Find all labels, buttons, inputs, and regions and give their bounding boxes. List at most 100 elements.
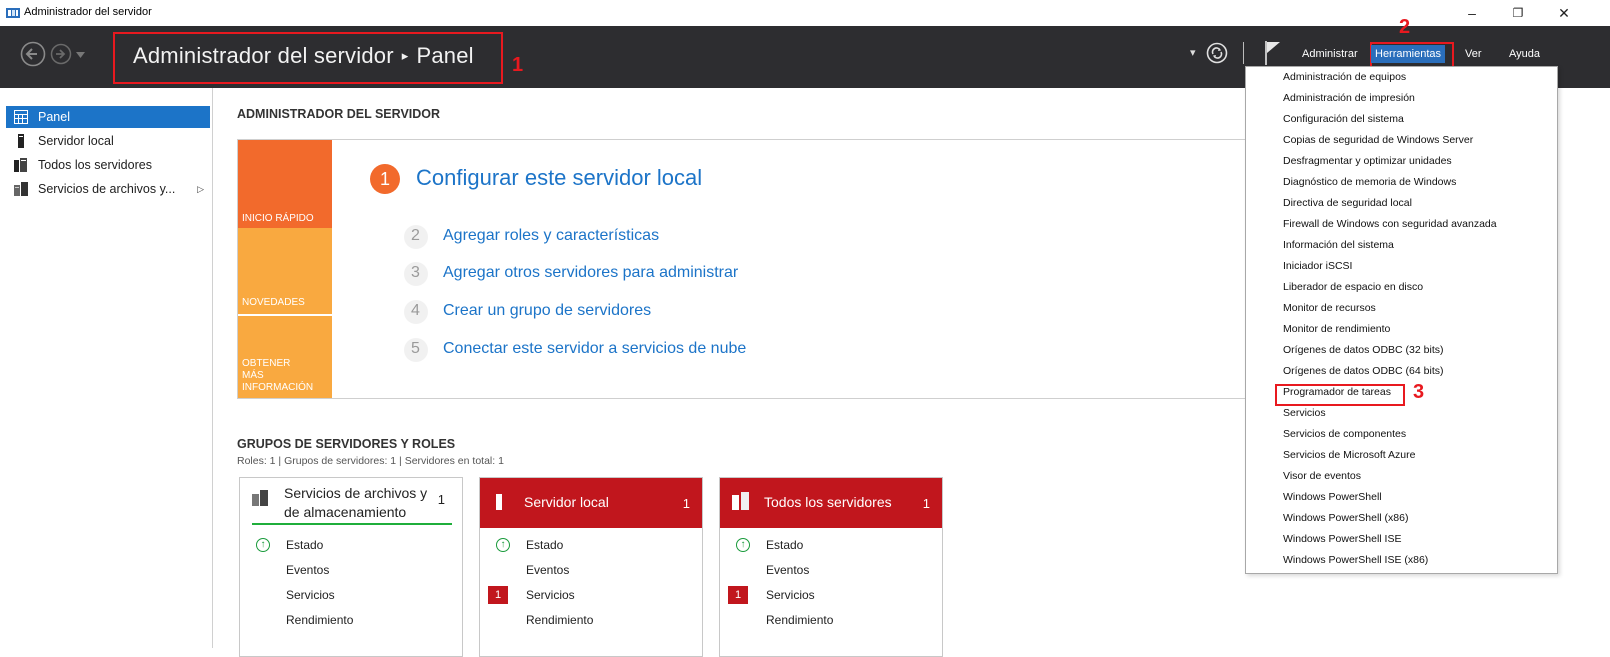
sidebar-item-label: Servidor local bbox=[38, 134, 114, 148]
tab-learn-more[interactable]: OBTENER MÁS INFORMACIÓN bbox=[238, 316, 332, 398]
tools-menu-item[interactable]: Liberador de espacio en disco bbox=[1283, 281, 1423, 293]
tools-menu-item[interactable]: Orígenes de datos ODBC (32 bits) bbox=[1283, 344, 1444, 356]
file-services-icon bbox=[252, 490, 268, 506]
breadcrumb-app: Administrador del servidor bbox=[133, 43, 394, 68]
tile-count: 1 bbox=[437, 492, 445, 507]
breadcrumb-page: Panel bbox=[416, 43, 474, 68]
tile-count: 1 bbox=[922, 496, 930, 511]
refresh-dropdown-icon[interactable]: ▾ bbox=[1190, 46, 1196, 59]
status-ok-icon: ↑ bbox=[736, 538, 750, 552]
back-icon[interactable] bbox=[20, 41, 46, 67]
sidebar-item-label: Todos los servidores bbox=[38, 158, 152, 172]
add-servers-link[interactable]: Agregar otros servidores para administra… bbox=[443, 264, 738, 282]
tools-menu-item[interactable]: Windows PowerShell bbox=[1283, 491, 1382, 503]
sidebar-item-file-services[interactable]: Servicios de archivos y... ▷ bbox=[6, 178, 210, 200]
tools-menu-item[interactable]: Administración de impresión bbox=[1283, 92, 1415, 104]
tab-label: INICIO RÁPIDO bbox=[242, 213, 314, 224]
annotation-1: 1 bbox=[512, 54, 524, 76]
tools-menu-item[interactable]: Iniciador iSCSI bbox=[1283, 260, 1352, 272]
tools-menu-item[interactable]: Programador de tareas bbox=[1283, 386, 1391, 398]
menu-help[interactable]: Ayuda bbox=[1509, 48, 1540, 60]
tools-dropdown-menu: 3 Administración de equipos Administració… bbox=[1245, 66, 1558, 574]
step-5-number: 5 bbox=[411, 340, 420, 357]
server-icon bbox=[496, 494, 502, 510]
tile-header[interactable]: Todos los servidores 1 bbox=[720, 478, 942, 528]
tools-menu-item[interactable]: Visor de eventos bbox=[1283, 470, 1361, 482]
tools-menu-item[interactable]: Administración de equipos bbox=[1283, 71, 1406, 83]
tools-menu-item[interactable]: Copias de seguridad de Windows Server bbox=[1283, 134, 1473, 146]
left-nav-pane: Panel Servidor local Todos los servidore… bbox=[0, 88, 213, 648]
tools-menu-item[interactable]: Windows PowerShell ISE (x86) bbox=[1283, 554, 1428, 566]
tools-menu-item[interactable]: Desfragmentar y optimizar unidades bbox=[1283, 155, 1452, 167]
close-button[interactable]: ✕ bbox=[1546, 2, 1582, 24]
status-ok-icon: ↑ bbox=[496, 538, 510, 552]
sidebar-item-label: Servicios de archivos y... bbox=[38, 182, 176, 196]
tools-menu-item[interactable]: Directiva de seguridad local bbox=[1283, 197, 1412, 209]
tools-menu-item[interactable]: Configuración del sistema bbox=[1283, 113, 1404, 125]
step-4-number: 4 bbox=[411, 302, 420, 319]
tile-all-servers[interactable]: Todos los servidores 1 ↑ Estado Eventos … bbox=[719, 477, 943, 657]
tools-menu-item[interactable]: Orígenes de datos ODBC (64 bits) bbox=[1283, 365, 1444, 377]
tools-menu-item[interactable]: Firewall de Windows con seguridad avanza… bbox=[1283, 218, 1497, 230]
tile-row-performance[interactable]: Rendimiento bbox=[766, 613, 833, 627]
configure-local-server-link[interactable]: Configurar este servidor local bbox=[416, 165, 702, 191]
tile-local-server[interactable]: Servidor local 1 ↑ Estado Eventos 1 Serv… bbox=[479, 477, 703, 657]
sidebar-item-panel[interactable]: Panel bbox=[6, 106, 210, 128]
menu-view[interactable]: Ver bbox=[1465, 48, 1482, 60]
refresh-icon[interactable] bbox=[1206, 42, 1228, 64]
tile-row-status[interactable]: Estado bbox=[286, 538, 323, 552]
restore-button[interactable]: ❐ bbox=[1500, 2, 1536, 24]
menu-manage[interactable]: Administrar bbox=[1302, 48, 1358, 60]
tools-menu-item[interactable]: Servicios de Microsoft Azure bbox=[1283, 449, 1415, 461]
forward-icon[interactable] bbox=[50, 43, 72, 65]
tile-title: Todos los servidores bbox=[764, 494, 892, 510]
tile-row-performance[interactable]: Rendimiento bbox=[526, 613, 593, 627]
dashboard-icon bbox=[14, 110, 28, 124]
header-divider bbox=[1243, 42, 1244, 64]
tools-menu-item[interactable]: Servicios bbox=[1283, 407, 1326, 419]
tools-menu-item[interactable]: Información del sistema bbox=[1283, 239, 1394, 251]
tile-row-events[interactable]: Eventos bbox=[286, 563, 329, 577]
tile-row-services[interactable]: Servicios bbox=[766, 588, 815, 602]
servers-icon bbox=[732, 492, 749, 510]
sidebar-item-label: Panel bbox=[38, 110, 70, 124]
sidebar-item-all-servers[interactable]: Todos los servidores bbox=[6, 154, 210, 176]
tools-menu-item[interactable]: Windows PowerShell ISE bbox=[1283, 533, 1401, 545]
sidebar-item-local-server[interactable]: Servidor local bbox=[6, 130, 210, 152]
tile-row-performance[interactable]: Rendimiento bbox=[286, 613, 353, 627]
expand-arrow-icon[interactable]: ▷ bbox=[197, 184, 204, 195]
tab-quick-start[interactable]: INICIO RÁPIDO bbox=[238, 140, 332, 228]
tools-menu-item[interactable]: Servicios de componentes bbox=[1283, 428, 1406, 440]
notifications-flag-icon[interactable] bbox=[1264, 40, 1282, 66]
create-server-group-link[interactable]: Crear un grupo de servidores bbox=[443, 302, 651, 320]
welcome-title: ADMINISTRADOR DEL SERVIDOR bbox=[237, 107, 441, 121]
tile-row-services[interactable]: Servicios bbox=[286, 588, 335, 602]
tools-menu-item[interactable]: Monitor de recursos bbox=[1283, 302, 1376, 314]
tile-row-services[interactable]: Servicios bbox=[526, 588, 575, 602]
quick-start-panel: INICIO RÁPIDO NOVEDADES OBTENER MÁS INFO… bbox=[237, 139, 1267, 399]
tile-title-line1: Servicios de archivos y bbox=[284, 485, 428, 501]
tile-row-status[interactable]: Estado bbox=[526, 538, 563, 552]
tab-whats-new[interactable]: NOVEDADES bbox=[238, 228, 332, 314]
connect-cloud-link[interactable]: Conectar este servidor a servicios de nu… bbox=[443, 340, 746, 358]
tile-file-storage-services[interactable]: Servicios de archivos y de almacenamient… bbox=[239, 477, 463, 657]
minimize-button[interactable]: – bbox=[1454, 2, 1490, 24]
tile-title: Servidor local bbox=[524, 494, 609, 510]
tools-menu-item[interactable]: Windows PowerShell (x86) bbox=[1283, 512, 1408, 524]
tile-row-status[interactable]: Estado bbox=[766, 538, 803, 552]
tab-label: OBTENER MÁS INFORMACIÓN bbox=[242, 358, 314, 393]
tools-menu-item[interactable]: Diagnóstico de memoria de Windows bbox=[1283, 176, 1456, 188]
tile-row-events[interactable]: Eventos bbox=[526, 563, 569, 577]
add-roles-link[interactable]: Agregar roles y características bbox=[443, 227, 659, 245]
tile-row-events[interactable]: Eventos bbox=[766, 563, 809, 577]
tools-menu-item[interactable]: Monitor de rendimiento bbox=[1283, 323, 1390, 335]
tile-title-line2: de almacenamiento bbox=[284, 504, 407, 520]
window-title: Administrador del servidor bbox=[24, 6, 152, 18]
tile-header[interactable]: Servicios de archivos y de almacenamient… bbox=[240, 478, 462, 528]
tile-header[interactable]: Servidor local 1 bbox=[480, 478, 702, 528]
server-icon bbox=[18, 134, 24, 148]
history-dropdown-icon[interactable] bbox=[76, 52, 85, 58]
tile-count: 1 bbox=[682, 496, 690, 511]
groups-title: GRUPOS DE SERVIDORES Y ROLES bbox=[237, 437, 456, 451]
menu-tools[interactable]: Herramientas bbox=[1371, 45, 1446, 63]
